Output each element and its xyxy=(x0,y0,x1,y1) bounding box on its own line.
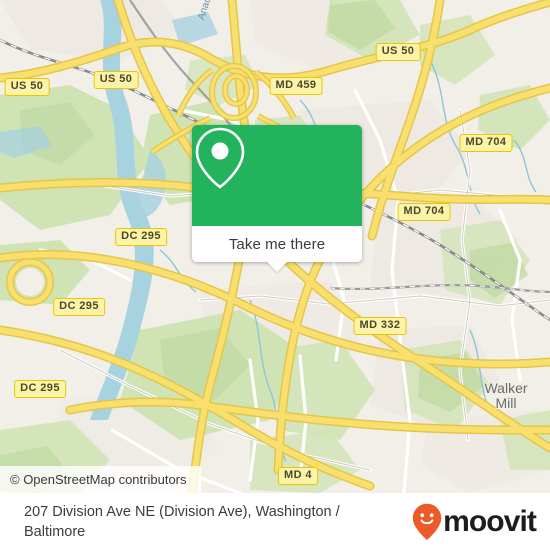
map-canvas[interactable]: US 50 US 50 US 50 MD 459 MD 704 MD 704 D… xyxy=(0,0,550,493)
callout-header xyxy=(192,125,362,226)
attribution-text: © OpenStreetMap contributors xyxy=(10,472,187,487)
road-shield: MD 332 xyxy=(353,317,407,335)
take-me-there-button[interactable]: Take me there xyxy=(192,226,362,262)
road-shield: DC 295 xyxy=(115,228,167,246)
moovit-logo[interactable]: moovit xyxy=(412,503,537,541)
footer-bar: 207 Division Ave NE (Division Ave), Wash… xyxy=(0,493,550,550)
road-shield: DC 295 xyxy=(14,380,66,398)
road-shield: DC 295 xyxy=(53,298,105,316)
take-me-there-label: Take me there xyxy=(228,235,326,253)
destination-callout-card[interactable]: Take me there xyxy=(192,125,362,272)
road-shield: MD 4 xyxy=(278,467,318,485)
moovit-wordmark: moovit xyxy=(443,504,537,538)
map-screenshot-root: US 50 US 50 US 50 MD 459 MD 704 MD 704 D… xyxy=(0,0,550,550)
road-shield: MD 704 xyxy=(459,134,513,152)
road-shield: US 50 xyxy=(4,78,50,96)
road-shield: US 50 xyxy=(375,43,421,61)
callout-tail-pointer xyxy=(266,261,288,272)
road-shield: MD 459 xyxy=(269,77,323,95)
road-shield: US 50 xyxy=(93,71,139,89)
map-attribution[interactable]: © OpenStreetMap contributors xyxy=(0,466,201,493)
address-label: 207 Division Ave NE (Division Ave), Wash… xyxy=(24,503,340,540)
road-shield: MD 704 xyxy=(397,203,451,221)
roundabout xyxy=(6,258,54,306)
location-pin-icon xyxy=(195,127,245,189)
moovit-smiling-pin-icon xyxy=(412,503,442,540)
